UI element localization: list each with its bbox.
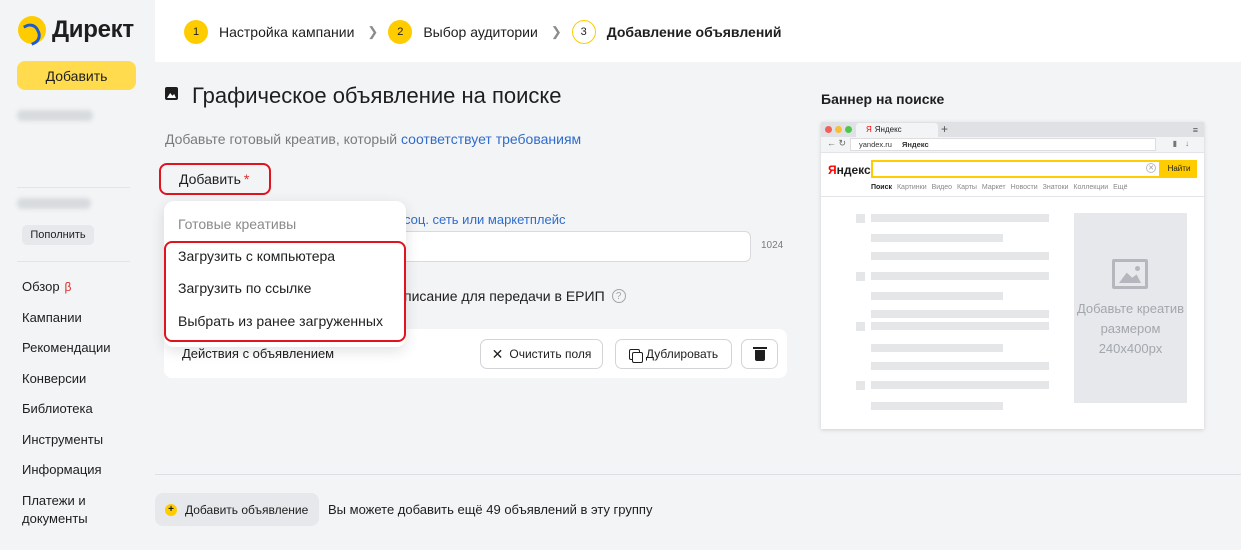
placeholder-square	[856, 322, 865, 331]
sidebar: Директ Добавить Пополнить Обзор β Кампани…	[0, 0, 155, 550]
close-icon: ✕	[491, 345, 504, 362]
subtitle: Добавьте готовый креатив, который соотве…	[165, 131, 582, 147]
yandex-search-box: ✕	[871, 160, 1161, 178]
beta-badge: β	[64, 280, 72, 294]
copy-icon	[628, 348, 643, 363]
placeholder-bar	[871, 252, 1049, 260]
yandex-logo: Яндекс	[828, 163, 871, 177]
placeholder-bar	[871, 322, 1049, 330]
page-title: Графическое объявление на поиске	[192, 83, 562, 108]
bookmark-download-icons: ▮↓	[1172, 139, 1197, 148]
preview-title: Баннер на поиске	[821, 91, 945, 107]
new-tab-icon: +	[941, 122, 949, 136]
placeholder-bar	[871, 214, 1049, 222]
placeholder-bar	[871, 362, 1049, 370]
yandex-tabs: Поиск Картинки Видео Карты Маркет Новост…	[871, 184, 1128, 191]
step-number: 2	[388, 20, 413, 44]
step-number: 1	[184, 20, 208, 44]
browser-address-bar: ← ↻ yandex.ru Яндекс ▮↓	[821, 137, 1204, 153]
step-audience[interactable]: Выбор аудитории	[423, 24, 538, 40]
placeholder-bar	[871, 381, 1049, 389]
browser-tab: Я Яндекс	[856, 123, 938, 137]
sidebar-divider	[17, 261, 130, 262]
sidebar-item-campaigns[interactable]: Кампании	[22, 307, 152, 338]
sidebar-item-payments[interactable]: Платежи и документы	[22, 490, 102, 526]
search-banner-preview: Я Яндекс + ≡ ← ↻ yandex.ru Яндекс ▮↓ Яндек…	[821, 122, 1204, 429]
placeholder-bar	[871, 292, 1003, 300]
placeholder-bar	[871, 234, 1003, 242]
sidebar-item-recommendations[interactable]: Рекомендации	[22, 337, 152, 368]
steps: 1 Настройка кампании ❯ 2 Выбор аудитории…	[184, 20, 782, 44]
creative-slot: Добавьте креатив размером 240x400px	[1074, 213, 1187, 403]
placeholder-square	[856, 272, 865, 281]
topup-button[interactable]: Пополнить	[22, 225, 94, 245]
placeholder-bar	[871, 272, 1049, 280]
logo[interactable]: Директ	[18, 16, 134, 44]
help-icon[interactable]: ?	[611, 289, 626, 303]
chevron-right-icon: ❯	[367, 24, 379, 39]
window-minimize-dot	[835, 126, 842, 133]
requirements-link[interactable]: соответствует требованиям	[401, 131, 581, 147]
char-counter: 1024	[761, 240, 784, 251]
window-close-dot	[825, 126, 832, 133]
sidebar-item-conversions[interactable]: Конверсии	[22, 368, 152, 399]
delete-button[interactable]	[741, 339, 778, 369]
yandex-find-button: Найти	[1161, 160, 1197, 178]
window-maximize-dot	[845, 126, 852, 133]
sidebar-item-library[interactable]: Библиотека	[22, 398, 152, 429]
social-marketplace-link[interactable]: соц. сеть или маркетплейс	[404, 212, 566, 227]
placeholder-square	[856, 381, 865, 390]
back-refresh-icons: ← ↻	[827, 138, 847, 148]
logo-text: Директ	[52, 16, 134, 43]
placeholder-bar	[871, 310, 1049, 318]
steps-bar: 1 Настройка кампании ❯ 2 Выбор аудитории…	[155, 0, 1241, 62]
sidebar-item-overview[interactable]: Обзор β	[22, 276, 152, 307]
step-campaign-settings[interactable]: Настройка кампании	[219, 24, 354, 40]
divider	[821, 196, 1204, 197]
add-ad-button[interactable]: + Добавить объявление	[155, 493, 319, 526]
clear-icon: ✕	[1146, 163, 1156, 173]
ads-remaining-text: Вы можете добавить ещё 49 объявлений в э…	[328, 502, 653, 517]
plus-icon: +	[165, 503, 177, 516]
highlight-box	[164, 241, 406, 342]
direct-logo-icon	[18, 16, 46, 44]
slot-text: Добавьте креатив размером 240x400px	[1076, 301, 1185, 356]
erip-description-option: писание для передачи в ЕРИП?	[404, 288, 626, 304]
url-input[interactable]	[396, 231, 751, 262]
image-icon	[165, 87, 178, 100]
blurred-balance	[17, 198, 91, 209]
trash-icon	[752, 346, 767, 361]
duplicate-button[interactable]: Дублировать	[615, 339, 732, 369]
placeholder-square	[856, 214, 865, 223]
sidebar-divider	[17, 187, 130, 188]
step-number-active: 3	[571, 20, 596, 44]
highlight-box	[159, 163, 271, 195]
placeholder-bar	[871, 402, 1003, 410]
dropdown-header: Готовые креативы	[178, 216, 297, 232]
placeholder-bar	[871, 344, 1003, 352]
footer-divider	[155, 474, 1241, 475]
clear-fields-button[interactable]: ✕ Очистить поля	[480, 339, 603, 369]
sidebar-nav: Обзор β Кампании Рекомендации Конверсии Б…	[22, 276, 152, 526]
sidebar-item-information[interactable]: Информация	[22, 459, 152, 490]
sidebar-item-tools[interactable]: Инструменты	[22, 429, 152, 460]
menu-icon: ≡	[1192, 125, 1198, 135]
url-field: yandex.ru Яндекс	[850, 138, 1156, 151]
actions-label: Действия с объявлением	[182, 346, 335, 361]
step-add-ads[interactable]: Добавление объявлений	[607, 24, 782, 40]
image-placeholder-icon	[1112, 259, 1148, 289]
chevron-right-icon: ❯	[550, 24, 562, 39]
sidebar-add-button[interactable]: Добавить	[17, 61, 136, 90]
browser-tabs: Я Яндекс + ≡	[821, 122, 1204, 137]
blurred-account-name	[17, 110, 93, 121]
